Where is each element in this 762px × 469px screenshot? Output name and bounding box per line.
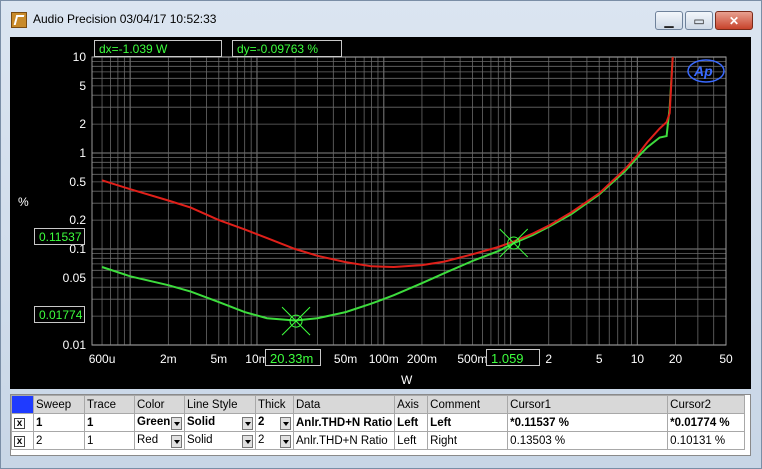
cell-color[interactable]: Red <box>134 431 185 450</box>
x-tick-label: 20 <box>669 352 683 366</box>
cell-sweep[interactable]: 1 <box>33 413 85 432</box>
col-data[interactable]: Data <box>292 395 396 414</box>
y-tick-label: 10 <box>73 50 87 64</box>
cell-trace[interactable]: 1 <box>84 413 135 432</box>
dropdown-arrow-icon[interactable] <box>242 416 253 430</box>
close-icon: ✕ <box>728 14 740 28</box>
plot-frame <box>91 56 727 346</box>
col-line-style[interactable]: Line Style <box>184 395 256 414</box>
y-axis-label: % <box>18 195 29 209</box>
select-all-corner[interactable] <box>11 395 34 414</box>
cell-axis[interactable]: Left <box>394 431 429 450</box>
y-tick-label: 1 <box>79 146 86 160</box>
y-tick-label: 2 <box>79 117 86 131</box>
cursor2-y-readout[interactable]: 0.01774 <box>34 306 85 323</box>
x-tick-label: 500m <box>457 352 487 366</box>
x-tick-label: 2m <box>160 352 177 366</box>
cell-cursor2[interactable]: *0.01774 % <box>667 413 746 432</box>
cell-cursor1[interactable]: 0.13503 % <box>507 431 669 450</box>
cell-line-style[interactable]: Solid <box>184 413 256 432</box>
maximize-button[interactable]: ▭ <box>685 11 713 30</box>
x-tick-label: 100m <box>369 352 399 366</box>
minimize-button[interactable]: ▁ <box>655 11 683 30</box>
y-tick-label: 0.05 <box>63 271 87 285</box>
graph-panel[interactable]: 600u 2m 5m 10m 50m 100m 200m 500m 2 5 10 20 50 10 5 2 1 0… <box>10 37 751 389</box>
cursor1-y-readout[interactable]: 0.11537 <box>34 228 85 245</box>
y-tick-label: 0.5 <box>69 175 86 189</box>
title-bar[interactable]: Audio Precision 03/04/17 10:52:33 ▁ ▭ ✕ <box>1 1 761 35</box>
col-cursor1[interactable]: Cursor1 <box>507 395 669 414</box>
cell-thick[interactable]: 2 <box>255 431 294 450</box>
row-enable-checkbox[interactable]: x <box>11 431 34 450</box>
cursor1-x-readout[interactable]: 1.059 <box>486 349 540 366</box>
cursor2-x-readout[interactable]: 20.33m <box>265 349 321 366</box>
col-trace[interactable]: Trace <box>84 395 135 414</box>
dropdown-arrow-icon[interactable] <box>171 416 182 430</box>
x-tick-label: 50 <box>719 352 733 366</box>
cell-line-style[interactable]: Solid <box>184 431 256 450</box>
thd-chart[interactable]: 600u 2m 5m 10m 50m 100m 200m 500m 2 5 10 20 50105210… <box>10 37 751 389</box>
table-row[interactable]: x 2 1 Red Solid 2 Anlr.THD+N Ratio Left … <box>11 431 746 450</box>
x-tick-label: 5m <box>210 352 227 366</box>
table-header-row: Sweep Trace Color Line Style Thick Data … <box>11 395 746 414</box>
x-tick-label: 200m <box>407 352 437 366</box>
ap-logo-icon: Ap <box>693 63 713 79</box>
line-style-value: Solid <box>187 415 216 428</box>
thick-value: 2 <box>258 433 265 446</box>
close-button[interactable]: ✕ <box>715 11 753 30</box>
cell-thick[interactable]: 2 <box>255 413 294 432</box>
dropdown-arrow-icon[interactable] <box>280 434 291 448</box>
x-tick-label: 50m <box>334 352 357 366</box>
check-icon: x <box>14 417 25 429</box>
cell-data[interactable]: Anlr.THD+N Ratio <box>292 431 396 450</box>
x-tick-label: 10 <box>631 352 645 366</box>
col-color[interactable]: Color <box>134 395 185 414</box>
color-value: Red <box>137 433 159 446</box>
cell-cursor2[interactable]: 0.10131 % <box>667 431 746 450</box>
cell-cursor1[interactable]: *0.11537 % <box>507 413 669 432</box>
app-logo-icon <box>11 12 27 28</box>
cell-data[interactable]: Anlr.THD+N Ratio <box>292 413 396 432</box>
row-enable-checkbox[interactable]: x <box>11 413 34 432</box>
col-comment[interactable]: Comment <box>427 395 509 414</box>
dropdown-arrow-icon[interactable] <box>242 434 253 448</box>
color-value: Green <box>137 415 171 428</box>
dropdown-arrow-icon[interactable] <box>280 416 291 430</box>
cell-comment[interactable]: Left <box>427 413 509 432</box>
line-style-value: Solid <box>187 433 213 446</box>
y-tick-label: 0.2 <box>69 213 86 227</box>
audio-precision-window: Audio Precision 03/04/17 10:52:33 ▁ ▭ ✕ … <box>0 0 762 469</box>
col-axis[interactable]: Axis <box>394 395 429 414</box>
x-axis-label: W <box>401 373 413 387</box>
y-tick-label: 0.01 <box>63 338 87 352</box>
trace-table: Sweep Trace Color Line Style Thick Data … <box>10 394 751 456</box>
maximize-icon: ▭ <box>693 14 705 28</box>
window-title: Audio Precision 03/04/17 10:52:33 <box>33 12 217 26</box>
x-tick-label: 600u <box>89 352 116 366</box>
cell-axis[interactable]: Left <box>394 413 429 432</box>
dx-readout: dx=-1.039 W <box>94 40 222 57</box>
x-tick-label: 5 <box>596 352 603 366</box>
dropdown-arrow-icon[interactable] <box>171 434 182 448</box>
col-cursor2[interactable]: Cursor2 <box>667 395 746 414</box>
cell-sweep[interactable]: 2 <box>33 431 85 450</box>
table-row[interactable]: x 1 1 Green Solid 2 Anlr.THD+N Ratio Lef… <box>11 413 746 432</box>
col-thick[interactable]: Thick <box>255 395 294 414</box>
minimize-icon: ▁ <box>664 14 674 28</box>
x-tick-label: 2 <box>545 352 552 366</box>
trace-table-grid: Sweep Trace Color Line Style Thick Data … <box>11 395 746 450</box>
check-icon: x <box>14 435 25 447</box>
y-tick-label: 5 <box>79 79 86 93</box>
thick-value: 2 <box>258 415 265 428</box>
cell-color[interactable]: Green <box>134 413 185 432</box>
col-sweep[interactable]: Sweep <box>33 395 85 414</box>
cell-trace[interactable]: 1 <box>84 431 135 450</box>
dy-readout: dy=-0.09763 % <box>232 40 342 57</box>
cell-comment[interactable]: Right <box>427 431 509 450</box>
